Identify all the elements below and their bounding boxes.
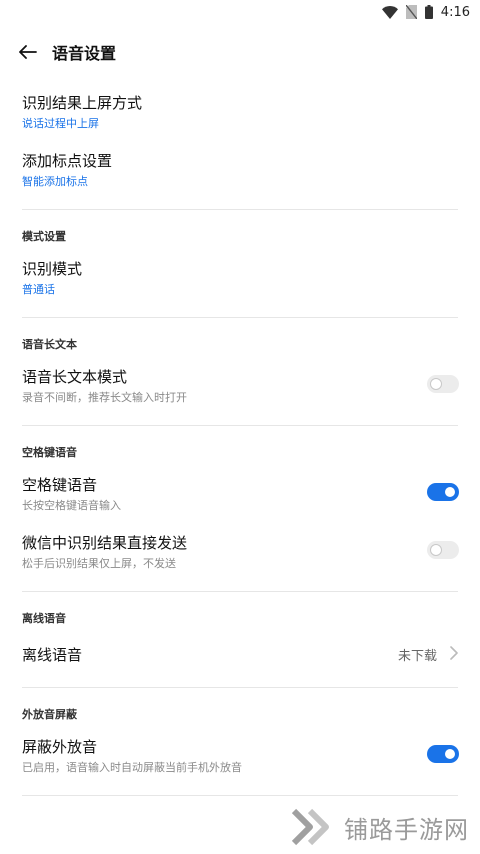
clock: 4:16 — [440, 4, 470, 20]
setting-description: 已启用，语音输入时自动屏蔽当前手机外放音 — [22, 761, 242, 774]
double-chevron-logo-icon — [292, 808, 329, 846]
setting-title: 识别模式 — [22, 260, 83, 278]
setting-offline-voice[interactable]: 离线语音 未下载 — [0, 632, 480, 676]
setting-title: 离线语音 — [22, 646, 83, 664]
divider — [22, 591, 458, 592]
offline-voice-status: 未下载 — [397, 649, 437, 664]
divider — [22, 795, 458, 796]
wechat-direct-send-toggle[interactable] — [427, 541, 459, 559]
divider — [22, 209, 458, 210]
divider — [22, 425, 458, 426]
setting-title: 识别结果上屏方式 — [22, 94, 143, 112]
section-header-long-text: 语音长文本 — [22, 338, 77, 351]
no-sim-icon — [405, 5, 417, 19]
section-header-offline: 离线语音 — [22, 612, 66, 625]
setting-description: 长按空格键语音输入 — [22, 499, 121, 512]
setting-mute-speaker[interactable]: 屏蔽外放音 已启用，语音输入时自动屏蔽当前手机外放音 — [0, 728, 480, 784]
page-title: 语音设置 — [52, 44, 117, 63]
watermark: 铺路手游网 — [280, 800, 480, 854]
section-header-mode: 模式设置 — [22, 230, 66, 243]
toggle-knob — [444, 486, 456, 498]
toggle-knob — [444, 748, 456, 760]
setting-wechat-direct-send[interactable]: 微信中识别结果直接发送 松手后识别结果仅上屏，不发送 — [0, 524, 480, 580]
mute-speaker-toggle[interactable] — [427, 745, 459, 763]
setting-space-voice[interactable]: 空格键语音 长按空格键语音输入 — [0, 466, 480, 522]
arrow-left-icon — [19, 45, 37, 59]
toggle-knob — [430, 544, 442, 556]
app-bar: 语音设置 — [0, 28, 480, 76]
divider — [22, 317, 458, 318]
divider — [22, 687, 458, 688]
section-header-space: 空格键语音 — [22, 446, 77, 459]
setting-title: 微信中识别结果直接发送 — [22, 534, 188, 552]
section-header-speaker-block: 外放音屏蔽 — [22, 708, 77, 721]
voice-settings-screen: 4:16 语音设置 识别结果上屏方式 说话过程中上屏 添加标点设置 智能添加标点… — [0, 0, 480, 854]
toggle-knob — [430, 378, 442, 390]
setting-description: 松手后识别结果仅上屏，不发送 — [22, 557, 176, 570]
watermark-text: 铺路手游网 — [344, 815, 469, 844]
setting-value: 普通话 — [22, 283, 55, 296]
setting-commit-mode[interactable]: 识别结果上屏方式 说话过程中上屏 — [0, 84, 480, 140]
setting-title: 添加标点设置 — [22, 152, 113, 170]
setting-value: 智能添加标点 — [22, 175, 88, 188]
setting-title: 空格键语音 — [22, 476, 98, 494]
back-button[interactable] — [16, 40, 40, 64]
wifi-icon — [381, 5, 398, 19]
setting-value: 说话过程中上屏 — [22, 117, 99, 130]
setting-long-text-mode[interactable]: 语音长文本模式 录音不间断，推荐长文输入时打开 — [0, 358, 480, 414]
status-bar: 4:16 — [0, 0, 480, 24]
long-text-mode-toggle[interactable] — [427, 375, 459, 393]
chevron-right-icon — [450, 646, 458, 660]
setting-title: 语音长文本模式 — [22, 368, 128, 386]
setting-recognition-mode[interactable]: 识别模式 普通话 — [0, 250, 480, 306]
setting-description: 录音不间断，推荐长文输入时打开 — [22, 391, 187, 404]
setting-title: 屏蔽外放音 — [22, 738, 98, 756]
setting-punctuation[interactable]: 添加标点设置 智能添加标点 — [0, 142, 480, 198]
battery-icon — [424, 5, 433, 19]
space-voice-toggle[interactable] — [427, 483, 459, 501]
